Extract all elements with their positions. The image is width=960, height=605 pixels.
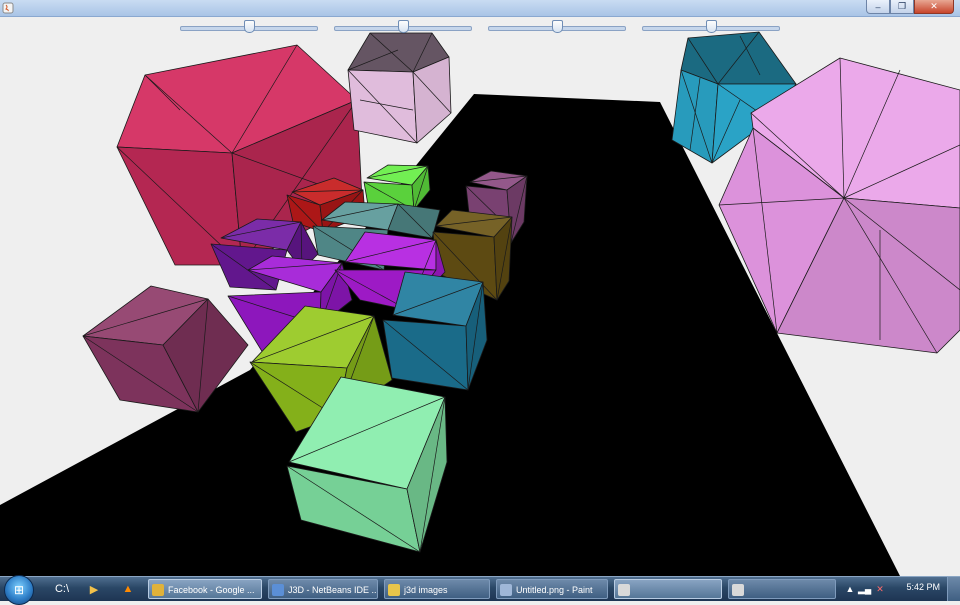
slider-thumb[interactable] [552,20,563,33]
task-java-1[interactable] [614,579,722,599]
task-j3d-images[interactable]: j3d images [384,579,490,599]
task-label: J3D - NetBeans IDE ... [288,585,378,595]
java-icon [618,584,630,596]
slider-thumb[interactable] [244,20,255,33]
task-label: j3d images [404,585,448,595]
task-java-2[interactable] [728,579,836,599]
task-label: Facebook - Google ... [168,585,255,595]
slider-thumb[interactable] [398,20,409,33]
windows-logo-icon: ⊞ [13,583,25,597]
start-button[interactable]: ⊞ [4,575,34,605]
3d-canvas[interactable] [0,0,960,600]
media-player-icon[interactable]: ▶ [84,580,104,598]
clock[interactable]: 5:42 PM [906,582,940,592]
slider-1[interactable] [180,20,318,34]
slider-toolbar [0,16,960,38]
task-paint[interactable]: Untitled.png - Paint [496,579,608,599]
slider-4[interactable] [642,20,780,34]
paint-icon [500,584,512,596]
volume-muted-icon[interactable]: ✕ [874,583,886,595]
task-facebook-chrome[interactable]: Facebook - Google ... [148,579,262,599]
task-netbeans[interactable]: J3D - NetBeans IDE ... [268,579,378,599]
show-hidden-icons-icon[interactable]: ▲ [844,583,856,595]
netbeans-icon [272,584,284,596]
java-icon [732,584,744,596]
chrome-icon [152,584,164,596]
folder-icon [388,584,400,596]
network-signal-icon[interactable]: ▂▄ [858,583,871,595]
system-tray: ▲ ▂▄ ✕ 5:42 PM [842,577,960,601]
cmd-icon[interactable]: C:\ [52,580,72,598]
shape-lavender [347,32,452,144]
slider-thumb[interactable] [706,20,717,33]
show-desktop-button[interactable] [947,577,960,601]
taskbar: ⊞ C:\ ▶ ▲ Facebook - Google ... J3D - Ne… [0,575,960,605]
vlc-icon[interactable]: ▲ [118,580,138,598]
slider-3[interactable] [488,20,626,34]
task-label: Untitled.png - Paint [516,585,593,595]
slider-2[interactable] [334,20,472,34]
